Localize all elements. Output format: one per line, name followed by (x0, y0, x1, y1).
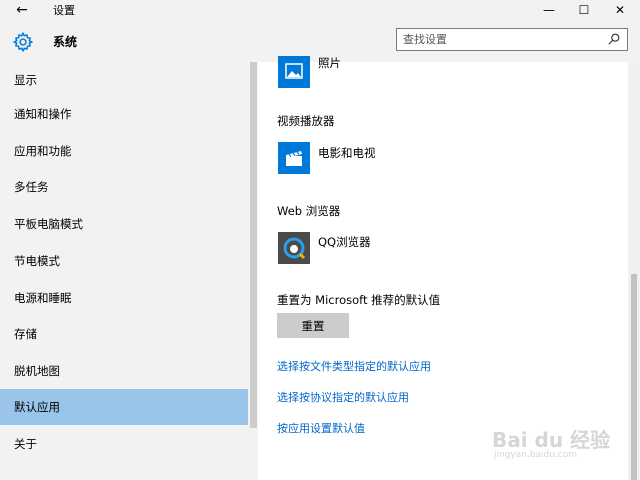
sidebar-scroll-thumb[interactable] (250, 62, 257, 428)
watermark-url: jingyan.baidu.com (494, 450, 578, 460)
qq-browser-icon (283, 237, 306, 260)
maximize-button[interactable]: ☐ (574, 2, 594, 18)
sidebar-item-default-apps[interactable]: 默认应用 (0, 389, 248, 425)
photo-icon (285, 63, 303, 79)
sidebar-scrollbar[interactable] (249, 62, 258, 480)
main-content: 照片 视频播放器 电影和电视 Web 浏览器 QQ浏览器 重置为 Microso… (258, 56, 640, 480)
minimize-button[interactable]: — (539, 2, 559, 18)
search-input[interactable] (403, 31, 603, 48)
photos-app-button[interactable] (278, 56, 310, 88)
sidebar-item-display[interactable]: 显示 (0, 62, 248, 98)
gear-icon (12, 31, 34, 53)
video-player-heading: 视频播放器 (277, 114, 335, 128)
section-title: 系统 (53, 35, 78, 49)
movies-tv-app-button[interactable] (278, 142, 310, 174)
sidebar-item-multitasking[interactable]: 多任务 (0, 169, 248, 205)
reset-label: 重置为 Microsoft 推荐的默认值 (277, 293, 441, 307)
qq-browser-app-button[interactable] (278, 232, 310, 264)
sidebar-item-offline-maps[interactable]: 脱机地图 (0, 353, 248, 389)
back-button[interactable]: ← (10, 2, 34, 20)
main-scrollbar[interactable] (628, 62, 640, 480)
qq-browser-app-name: QQ浏览器 (318, 235, 371, 249)
reset-button[interactable]: 重置 (277, 313, 349, 338)
sidebar-item-notifications[interactable]: 通知和操作 (0, 96, 248, 132)
window-title: 设置 (53, 4, 75, 17)
link-by-app[interactable]: 按应用设置默认值 (277, 422, 365, 436)
search-box[interactable] (396, 28, 628, 51)
sidebar-item-about[interactable]: 关于 (0, 426, 248, 462)
sidebar-item-tablet-mode[interactable]: 平板电脑模式 (0, 206, 248, 242)
sidebar-item-apps[interactable]: 应用和功能 (0, 133, 248, 169)
web-browser-heading: Web 浏览器 (277, 204, 341, 218)
title-bar: ← 设置 — ☐ ✕ (0, 0, 640, 22)
sidebar-item-storage[interactable]: 存储 (0, 316, 248, 352)
baidu-watermark: Bai du 经验 jingyan.baidu.com (492, 424, 610, 466)
main-scroll-thumb[interactable] (631, 274, 637, 480)
sidebar-item-power-sleep[interactable]: 电源和睡眠 (0, 280, 248, 316)
film-clapper-icon (286, 151, 302, 166)
link-by-file-type[interactable]: 选择按文件类型指定的默认应用 (277, 360, 431, 374)
movies-tv-app-name: 电影和电视 (318, 146, 376, 160)
link-by-protocol[interactable]: 选择按协议指定的默认应用 (277, 391, 409, 405)
search-icon[interactable] (607, 32, 621, 46)
close-button[interactable]: ✕ (610, 2, 630, 18)
sidebar: 显示 通知和操作 应用和功能 多任务 平板电脑模式 节电模式 电源和睡眠 存储 … (0, 62, 258, 480)
photos-app-name: 照片 (318, 56, 341, 70)
watermark-text: Bai du 经验 (492, 428, 611, 452)
sidebar-item-battery-saver[interactable]: 节电模式 (0, 243, 248, 279)
